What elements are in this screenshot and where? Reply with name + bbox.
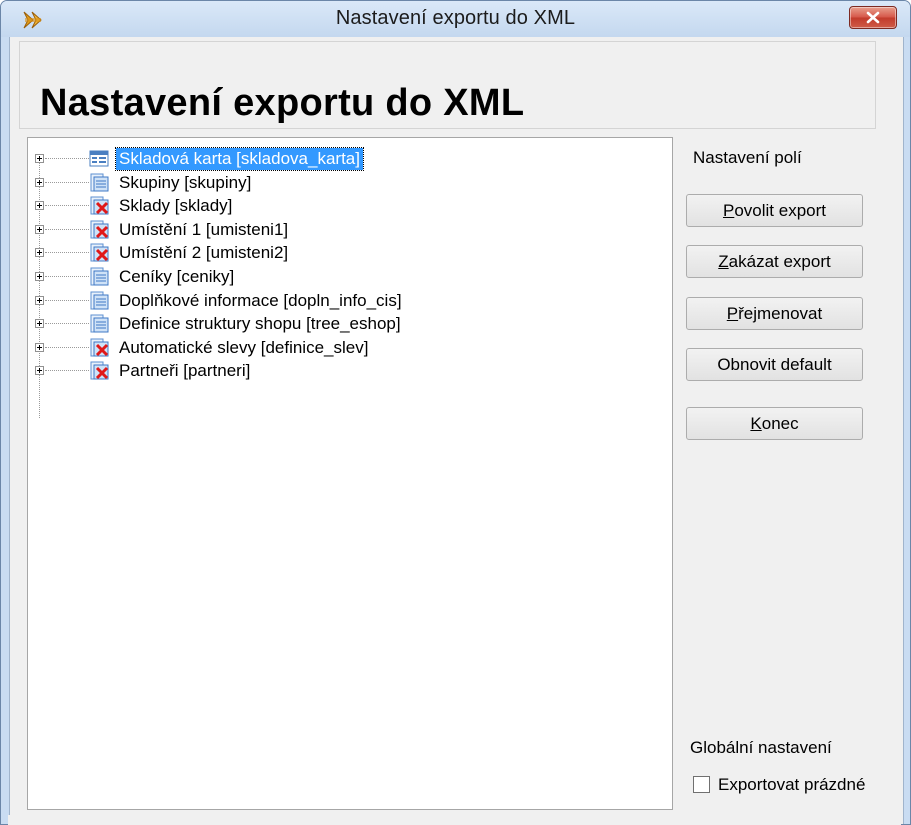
tree-item[interactable]: Doplňkové informace [dopln_info_cis] <box>28 289 648 315</box>
export-empty-checkbox[interactable] <box>693 776 710 793</box>
accelerator-key: P <box>726 303 739 323</box>
tree-item-label[interactable]: Sklady [sklady] <box>116 195 235 217</box>
tree-item-label[interactable]: Skupiny [skupiny] <box>116 172 254 194</box>
expand-plus-icon[interactable] <box>35 342 44 352</box>
table-disabled-icon <box>90 243 109 262</box>
accelerator-key: K <box>750 413 762 433</box>
window-title: Nastavení exportu do XML <box>335 7 576 29</box>
tree-item-label[interactable]: Doplňkové informace [dopln_info_cis] <box>116 290 405 312</box>
expand-plus-icon[interactable] <box>35 177 44 187</box>
tree-item[interactable]: Ceníky [ceniky] <box>28 265 648 291</box>
tree-item[interactable]: Umístění 2 [umisteni2] <box>28 241 648 267</box>
rename-button[interactable]: Přejmenovat <box>686 297 863 330</box>
table-disabled-icon <box>90 196 109 215</box>
tree-connector-line <box>45 252 89 254</box>
table-enabled-icon <box>90 267 109 286</box>
tree-connector-line <box>45 228 89 230</box>
expand-plus-icon[interactable] <box>35 154 44 163</box>
expand-plus-icon[interactable] <box>35 224 44 234</box>
tree-item[interactable]: Umístění 1 [umisteni1] <box>28 218 648 244</box>
tree-connector-line <box>45 181 89 183</box>
tree-item-label[interactable]: Skladová karta [skladova_karta] <box>115 147 364 171</box>
tree-connector-line <box>45 158 89 159</box>
dialog-bottom-edge <box>8 815 901 825</box>
table-enabled-icon <box>90 291 109 310</box>
tree-item-label[interactable]: Automatické slevy [definice_slev] <box>116 337 371 359</box>
expand-plus-icon[interactable] <box>35 272 44 281</box>
enable-export-button[interactable]: Povolit export <box>686 194 863 227</box>
expand-plus-icon[interactable] <box>35 319 44 329</box>
button-label: Obnovit default <box>717 354 832 374</box>
tree-connector-line <box>45 205 89 207</box>
tree-connector-line <box>45 276 89 277</box>
tree-item[interactable]: Definice struktury shopu [tree_eshop] <box>28 312 648 338</box>
tree-item[interactable]: Automatické slevy [definice_slev] <box>28 336 648 362</box>
tree-item-label[interactable]: Partneři [partneri] <box>116 360 253 382</box>
tables-tree[interactable]: Skladová karta [skladova_karta] Skupiny [… <box>27 137 673 810</box>
window-close-button[interactable] <box>849 6 897 29</box>
accelerator-key: Z <box>718 251 729 271</box>
expand-plus-icon[interactable] <box>35 295 44 305</box>
tree-item-label[interactable]: Ceníky [ceniky] <box>116 266 237 288</box>
tree-item[interactable]: Skupiny [skupiny] <box>28 171 648 197</box>
tree-item[interactable]: Skladová karta [skladova_karta] <box>28 147 648 173</box>
table-disabled-icon <box>90 361 109 380</box>
tree-item-label[interactable]: Umístění 2 [umisteni2] <box>116 242 291 264</box>
export-empty-label[interactable]: Exportovat prázdné <box>718 775 865 795</box>
tree-item-label[interactable]: Definice struktury shopu [tree_eshop] <box>116 313 404 335</box>
title-bar[interactable]: Nastavení exportu do XML <box>1 1 910 37</box>
close-icon <box>866 11 880 24</box>
table-disabled-icon <box>90 338 109 357</box>
tree-item-label[interactable]: Umístění 1 [umisteni1] <box>116 219 291 241</box>
tree-item[interactable]: Sklady [sklady] <box>28 194 648 220</box>
button-label: ovolit export <box>734 200 826 220</box>
expand-plus-icon[interactable] <box>35 201 44 211</box>
button-label: řejmenovat <box>738 303 823 323</box>
table-disabled-icon <box>90 220 109 239</box>
fields-settings-label: Nastavení polí <box>693 148 802 167</box>
reset-default-button[interactable]: Obnovit default <box>686 348 863 381</box>
table-enabled-icon <box>90 314 109 333</box>
global-settings-label: Globální nastavení <box>690 738 832 757</box>
button-label: akázat export <box>728 251 831 271</box>
disable-export-button[interactable]: Zakázat export <box>686 245 863 278</box>
table-form-icon <box>89 150 109 167</box>
tree-connector-line <box>45 323 89 325</box>
expand-plus-icon[interactable] <box>35 366 44 376</box>
tree-connector-line <box>45 346 89 348</box>
table-enabled-icon <box>90 173 109 192</box>
page-title: Nastavení exportu do XML <box>40 82 525 124</box>
tree-connector-line <box>45 299 89 301</box>
close-dialog-button[interactable]: Konec <box>686 407 863 440</box>
tree-connector-line <box>45 370 89 372</box>
tree-item[interactable]: Partneři [partneri] <box>28 359 648 385</box>
button-label: onec <box>761 413 799 433</box>
expand-plus-icon[interactable] <box>35 248 44 258</box>
accelerator-key: P <box>722 200 735 220</box>
